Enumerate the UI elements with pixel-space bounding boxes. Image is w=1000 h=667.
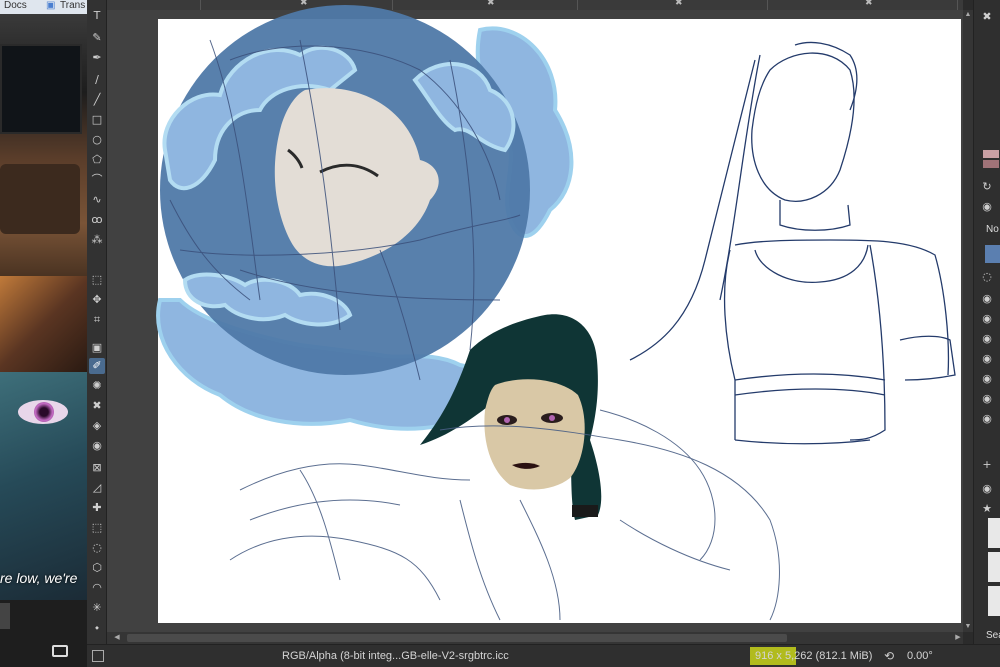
- layer-visibility-icon[interactable]: ◉: [980, 292, 994, 306]
- layer-visibility-icon[interactable]: ◉: [980, 352, 994, 366]
- braid-band: [572, 505, 598, 517]
- close-icon[interactable]: ✖: [980, 10, 994, 24]
- scroll-right-icon[interactable]: ▶: [953, 632, 963, 644]
- blend-mode-label[interactable]: No: [986, 224, 999, 235]
- layer-visibility-icon[interactable]: ◉: [980, 412, 994, 426]
- rotation-icon[interactable]: ⟲: [884, 649, 894, 663]
- scroll-down-icon[interactable]: ▼: [963, 622, 973, 632]
- search-label[interactable]: Sea: [986, 630, 1000, 641]
- layer-visibility-icon[interactable]: ◉: [980, 332, 994, 346]
- brush-preset-thumbnail[interactable]: [988, 518, 1000, 548]
- selection-icon[interactable]: [92, 650, 104, 662]
- layer-visibility-icon[interactable]: ◉: [980, 372, 994, 386]
- figure-sketch: [629, 41, 956, 445]
- layer-visibility-icon[interactable]: ◉: [980, 392, 994, 406]
- scroll-up-icon[interactable]: ▲: [963, 10, 973, 20]
- vertical-scrollbar[interactable]: ▲ ▼: [963, 10, 973, 632]
- image-size-label[interactable]: 916 x 5,262 (812.1 MiB): [755, 650, 872, 662]
- selected-layer-row[interactable]: [985, 245, 1000, 263]
- lock-icon[interactable]: ◉: [980, 482, 994, 496]
- status-bar: RGB/Alpha (8-bit integ...GB-elle-V2-srgb…: [87, 644, 1000, 667]
- add-layer-icon[interactable]: +: [980, 458, 994, 472]
- favorite-star-icon[interactable]: ★: [980, 502, 994, 516]
- color-profile-label[interactable]: RGB/Alpha (8-bit integ...GB-elle-V2-srgb…: [282, 650, 509, 662]
- background-color-swatch[interactable]: [983, 160, 999, 168]
- layer-visibility-icon[interactable]: ◉: [980, 312, 994, 326]
- foreground-color-swatch[interactable]: [983, 150, 999, 158]
- artwork: [156, 5, 956, 621]
- reset-colors-icon[interactable]: ◉: [980, 200, 994, 214]
- rotation-value[interactable]: 0.00°: [907, 650, 933, 662]
- horizontal-scroll-thumb[interactable]: [127, 634, 787, 642]
- brush-preset-thumbnail[interactable]: [988, 586, 1000, 616]
- screen: Docs ▣ Trans re low, we're T ✎ ✒ ∕ ╱ □ ○ ⬠ ⌒ ∿ ꝏ ⁂ ⬚…: [0, 0, 1000, 667]
- layer-visibility-icon[interactable]: ◌: [980, 270, 994, 284]
- horizontal-scrollbar[interactable]: ◀ ▶: [107, 632, 963, 644]
- right-docker-panel: ✖ ↻ ◉ No ◌ ◉ ◉ ◉ ◉ ◉ ◉ ◉ + ◉ ★ Sea: [973, 0, 1000, 667]
- character-sketch: [420, 314, 602, 520]
- face-shape: [484, 379, 585, 490]
- brush-preset-thumbnail[interactable]: [988, 552, 1000, 582]
- scroll-left-icon[interactable]: ◀: [112, 632, 122, 644]
- swap-colors-icon[interactable]: ↻: [980, 180, 994, 194]
